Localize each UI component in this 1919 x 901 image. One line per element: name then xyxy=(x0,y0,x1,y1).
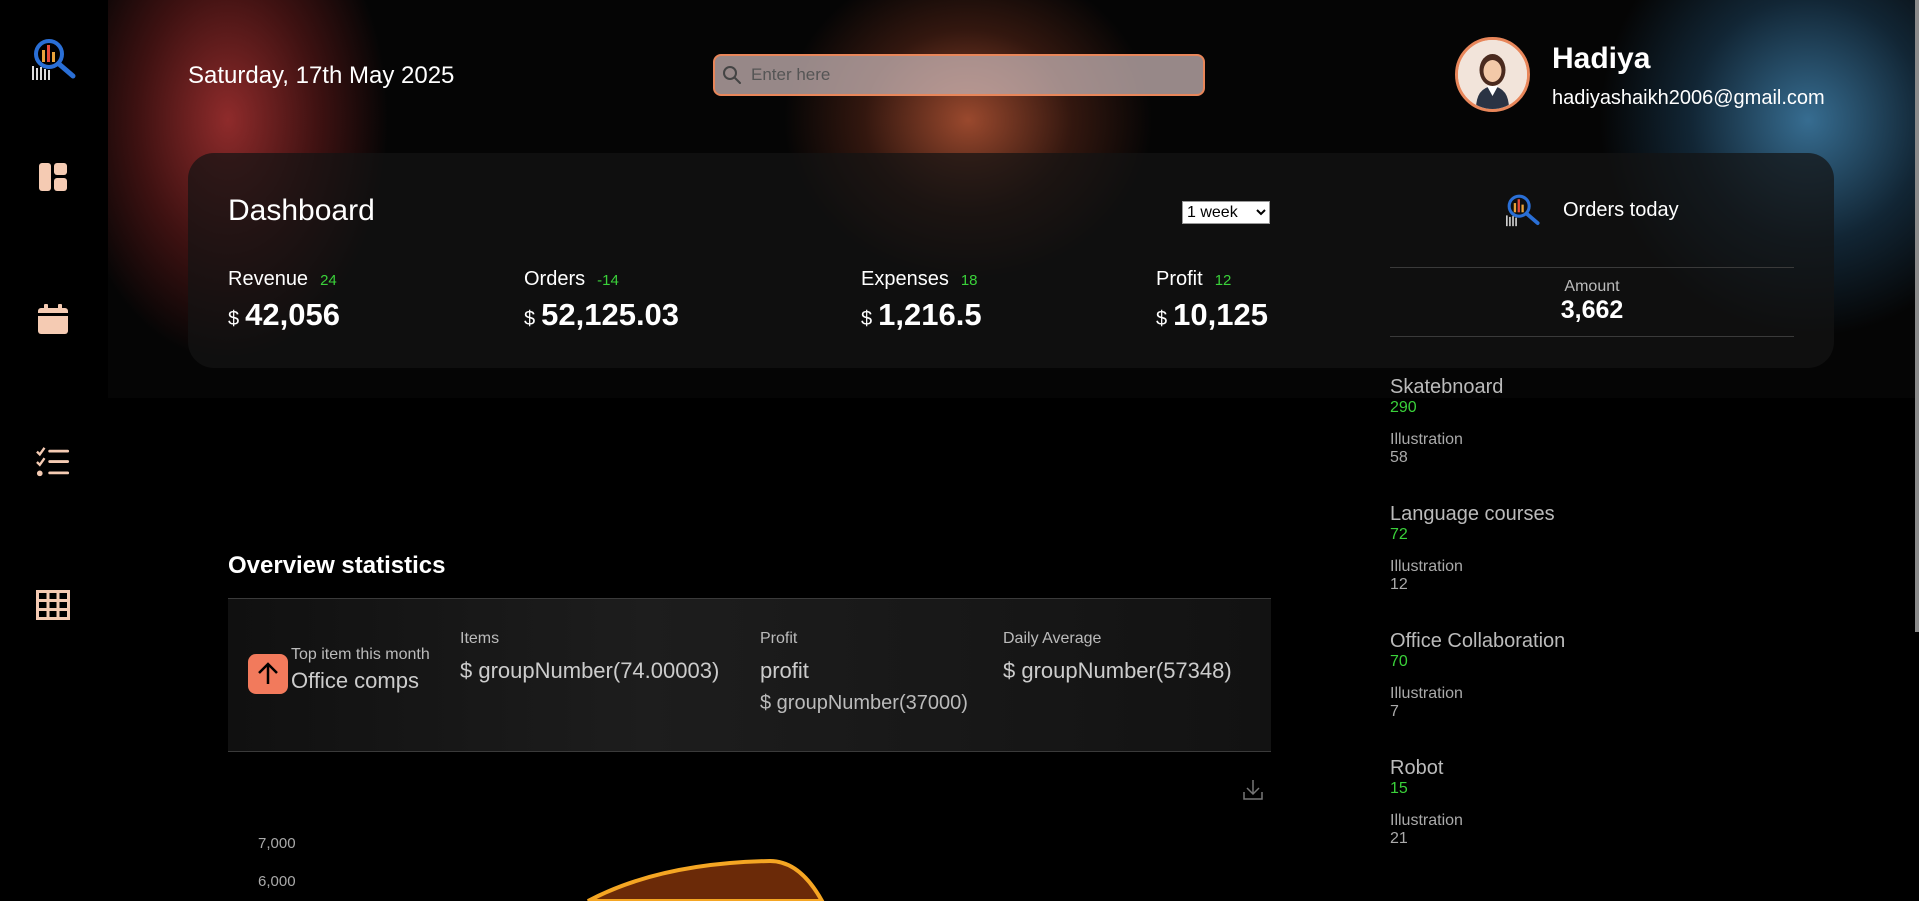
profit-label: Profit xyxy=(760,630,798,647)
product-count: 15 xyxy=(1390,780,1408,797)
product-list: Skatebnoard 290 Illustration 58 Language… xyxy=(1390,376,1565,884)
metric-label: Orders xyxy=(524,268,586,290)
y-tick-label: 7,000 xyxy=(258,835,296,852)
profit-sub-value: $ groupNumber(37000) xyxy=(760,692,968,714)
user-name: Hadiya xyxy=(1552,42,1651,75)
metric-delta: 24 xyxy=(320,272,337,289)
amount-box: Amount 3,662 xyxy=(1390,267,1794,337)
product-sub-label: Illustration xyxy=(1390,685,1463,702)
area-chart xyxy=(587,858,825,901)
product-sub-value: 21 xyxy=(1390,830,1408,847)
top-item-label: Top item this month xyxy=(291,646,430,663)
metric-delta: 12 xyxy=(1214,272,1232,289)
dashboard-icon[interactable] xyxy=(36,160,70,194)
metric-label: Profit xyxy=(1156,268,1203,290)
product-sub-label: Illustration xyxy=(1390,431,1463,448)
metric-profit: Profit 12 $10,125 xyxy=(1156,268,1268,333)
sidebar xyxy=(0,0,108,901)
product-sub-label: Illustration xyxy=(1390,812,1463,829)
list-item[interactable]: Office Collaboration 70 Illustration 7 xyxy=(1390,630,1565,757)
product-count: 70 xyxy=(1390,653,1408,670)
list-item[interactable]: Skatebnoard 290 Illustration 58 xyxy=(1390,376,1565,503)
metric-currency: $ xyxy=(228,308,240,330)
profit-value: profit xyxy=(760,658,809,683)
trend-up-button[interactable] xyxy=(248,654,288,694)
metric-delta: -14 xyxy=(597,272,619,289)
download-icon[interactable] xyxy=(1242,778,1264,802)
search-icon xyxy=(723,66,741,84)
dashboard-title: Dashboard xyxy=(228,194,375,227)
amount-value: 3,662 xyxy=(1560,296,1624,324)
daily-average-label: Daily Average xyxy=(1003,630,1102,647)
metric-label: Expenses xyxy=(861,268,949,290)
metric-expenses: Expenses 18 $1,216.5 xyxy=(861,268,982,333)
metric-currency: $ xyxy=(1156,308,1168,330)
metric-currency: $ xyxy=(861,308,873,330)
overview-title: Overview statistics xyxy=(228,552,446,579)
metric-value: 42,056 xyxy=(245,297,340,332)
area-series xyxy=(587,858,825,901)
search-bar[interactable] xyxy=(713,54,1205,96)
product-name: Robot xyxy=(1390,757,1444,779)
list-item[interactable]: Robot 15 Illustration 21 xyxy=(1390,757,1565,884)
metric-value: 1,216.5 xyxy=(878,297,982,332)
orders-today-title: Orders today xyxy=(1563,198,1679,221)
table-icon[interactable] xyxy=(36,588,70,622)
daily-average-stat: Daily Average $ groupNumber(57348) xyxy=(1003,630,1232,684)
logo-icon[interactable] xyxy=(28,36,80,82)
metric-delta: 18 xyxy=(960,272,978,289)
current-date: Saturday, 17th May 2025 xyxy=(188,62,455,89)
y-tick-label: 6,000 xyxy=(258,873,296,890)
search-input[interactable] xyxy=(749,64,1173,86)
metric-revenue: Revenue 24 $42,056 xyxy=(228,268,340,333)
metric-value: 52,125.03 xyxy=(541,297,680,332)
product-name: Language courses xyxy=(1390,503,1555,525)
product-count: 72 xyxy=(1390,526,1408,543)
items-label: Items xyxy=(460,630,500,647)
calendar-icon[interactable] xyxy=(36,302,70,336)
metric-label: Revenue xyxy=(228,268,309,290)
amount-label: Amount xyxy=(1564,278,1620,295)
product-count: 290 xyxy=(1390,399,1417,416)
items-value: $ groupNumber(74.00003) xyxy=(460,658,720,683)
page-scrollbar[interactable] xyxy=(1915,0,1919,632)
top-item: Top item this month Office comps xyxy=(291,646,430,694)
items-stat: Items $ groupNumber(74.00003) xyxy=(460,630,719,684)
orders-today-header: Orders today xyxy=(1503,192,1679,228)
metric-value: 10,125 xyxy=(1173,297,1268,332)
period-select[interactable]: 1 week xyxy=(1182,201,1270,224)
list-item[interactable]: Language courses 72 Illustration 12 xyxy=(1390,503,1565,630)
user-email: hadiyashaikh2006@gmail.com xyxy=(1552,87,1825,109)
product-sub-label: Illustration xyxy=(1390,558,1463,575)
product-sub-value: 58 xyxy=(1390,449,1408,466)
daily-average-value: $ groupNumber(57348) xyxy=(1003,658,1232,683)
product-name: Office Collaboration xyxy=(1390,630,1566,652)
orders-logo-icon xyxy=(1506,194,1540,227)
product-sub-value: 7 xyxy=(1390,703,1399,720)
top-item-value: Office comps xyxy=(291,668,419,693)
profit-stat: Profit profit $ groupNumber(37000) xyxy=(760,630,968,715)
checklist-icon[interactable] xyxy=(36,445,70,479)
product-sub-value: 12 xyxy=(1390,576,1408,593)
avatar[interactable] xyxy=(1455,37,1530,112)
metric-orders: Orders -14 $52,125.03 xyxy=(524,268,679,333)
product-name: Skatebnoard xyxy=(1390,376,1504,398)
arrow-up-icon xyxy=(258,662,278,684)
metric-currency: $ xyxy=(524,308,536,330)
